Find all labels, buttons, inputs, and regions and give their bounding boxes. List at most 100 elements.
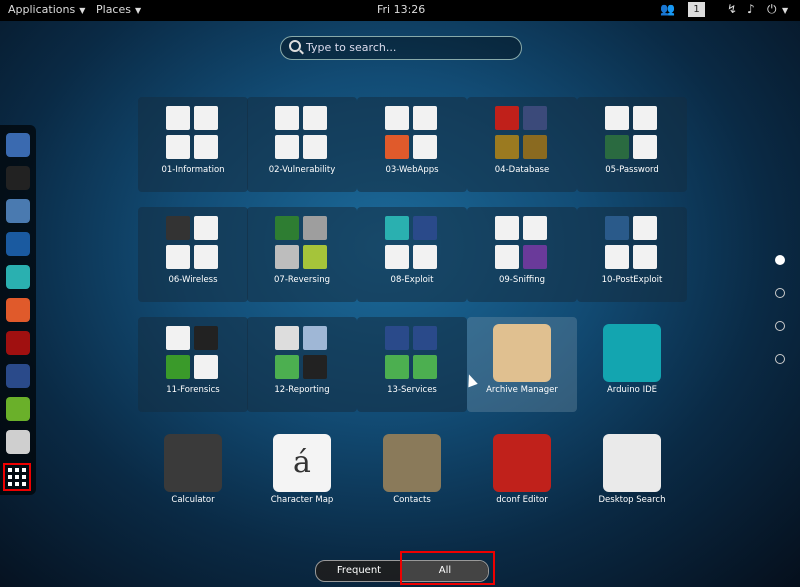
highlight-box <box>400 551 495 585</box>
page-dot[interactable] <box>775 255 785 265</box>
app-folder[interactable]: 05-Password <box>577 97 687 192</box>
app-tile[interactable]: Desktop Search <box>577 427 687 522</box>
app-icon <box>413 135 437 159</box>
app-folder[interactable]: 06-Wireless <box>138 207 248 302</box>
folder-preview <box>274 325 330 381</box>
app-icon <box>493 434 551 492</box>
app-icon <box>605 135 629 159</box>
cherrytree-icon[interactable] <box>6 430 30 454</box>
app-icon <box>383 434 441 492</box>
app-icon <box>605 245 629 269</box>
app-icon <box>166 216 190 240</box>
show-applications-button[interactable] <box>3 463 31 491</box>
page-dot[interactable] <box>775 354 785 364</box>
volume-icon[interactable]: ♪ <box>747 2 755 16</box>
app-icon <box>385 326 409 350</box>
app-folder[interactable]: 13-Services <box>357 317 467 412</box>
app-icon <box>413 216 437 240</box>
app-icon <box>303 355 327 379</box>
search-input[interactable]: Type to search... <box>280 36 522 60</box>
app-icon <box>194 135 218 159</box>
iceweasel-icon[interactable] <box>6 133 30 157</box>
terminal-icon[interactable] <box>6 166 30 190</box>
app-folder[interactable]: 07-Reversing <box>247 207 357 302</box>
clock[interactable]: Fri 13:26 <box>377 3 425 16</box>
app-label: 11-Forensics <box>166 385 220 395</box>
files-icon[interactable] <box>6 199 30 223</box>
app-icon <box>275 326 299 350</box>
app-tile[interactable]: Arduino IDE <box>577 317 687 412</box>
metasploit-icon[interactable] <box>6 232 30 256</box>
app-folder[interactable]: 04-Database <box>467 97 577 192</box>
app-icon <box>495 245 519 269</box>
app-label: 07-Reversing <box>274 275 330 285</box>
app-icon <box>164 434 222 492</box>
app-icon <box>166 245 190 269</box>
applications-menu[interactable]: Applications ▼ <box>8 3 85 16</box>
burpsuite-icon[interactable] <box>6 298 30 322</box>
chevron-down-icon[interactable]: ▼ <box>782 6 788 15</box>
app-label: 08-Exploit <box>390 275 434 285</box>
page-dot[interactable] <box>775 321 785 331</box>
page-dot[interactable] <box>775 288 785 298</box>
faraday-icon[interactable] <box>6 331 30 355</box>
app-icon <box>413 355 437 379</box>
app-icon <box>633 106 657 130</box>
app-icon <box>633 216 657 240</box>
app-folder[interactable]: 12-Reporting <box>247 317 357 412</box>
app-icon <box>194 355 218 379</box>
app-label: Contacts <box>393 495 431 505</box>
app-label: 12-Reporting <box>274 385 330 395</box>
app-icon <box>523 216 547 240</box>
app-label: 09-Sniffing <box>498 275 546 285</box>
app-label: Desktop Search <box>598 495 666 505</box>
app-tile[interactable]: á Character Map <box>247 427 357 522</box>
network-icon[interactable]: ↯ <box>727 2 737 16</box>
folder-preview <box>604 215 660 271</box>
app-icon <box>523 135 547 159</box>
workspace-indicator[interactable]: 1 <box>688 2 705 17</box>
app-icon <box>275 135 299 159</box>
maltego-icon[interactable] <box>6 364 30 388</box>
app-tile[interactable]: Calculator <box>138 427 248 522</box>
app-tile[interactable]: Contacts <box>357 427 467 522</box>
folder-preview <box>494 215 550 271</box>
app-icon <box>495 135 519 159</box>
app-folder[interactable]: 10-PostExploit <box>577 207 687 302</box>
app-icon <box>275 216 299 240</box>
places-menu[interactable]: Places ▼ <box>96 3 141 16</box>
app-icon <box>166 135 190 159</box>
folder-preview <box>165 105 221 161</box>
app-folder[interactable]: 11-Forensics <box>138 317 248 412</box>
app-folder[interactable]: 03-WebApps <box>357 97 467 192</box>
app-icon <box>385 355 409 379</box>
app-icon <box>385 216 409 240</box>
app-label: Calculator <box>171 495 215 505</box>
app-folder[interactable]: 09-Sniffing <box>467 207 577 302</box>
app-folder[interactable]: 02-Vulnerability <box>247 97 357 192</box>
app-icon <box>194 106 218 130</box>
app-tile[interactable]: dconf Editor <box>467 427 577 522</box>
app-icon <box>385 135 409 159</box>
app-label: 02-Vulnerability <box>268 165 336 175</box>
top-bar: Applications ▼ Places ▼ Fri 13:26 👥 1 ↯ ♪ … <box>0 0 800 21</box>
app-icon <box>413 326 437 350</box>
app-folder[interactable]: 01-Information <box>138 97 248 192</box>
frequent-tab[interactable]: Frequent <box>316 561 402 581</box>
app-label: 05-Password <box>605 165 659 175</box>
app-icon <box>603 324 661 382</box>
app-icon <box>275 106 299 130</box>
app-tile[interactable]: Archive Manager <box>467 317 577 412</box>
app-folder[interactable]: 08-Exploit <box>357 207 467 302</box>
app-icon <box>605 106 629 130</box>
power-icon[interactable]: ⏻ <box>767 2 777 17</box>
app-label: Arduino IDE <box>606 385 658 395</box>
folder-preview <box>494 105 550 161</box>
leafpad-icon[interactable] <box>6 397 30 421</box>
app-icon <box>194 326 218 350</box>
app-icon <box>523 106 547 130</box>
app-icon <box>385 106 409 130</box>
armitage-icon[interactable] <box>6 265 30 289</box>
app-icon <box>523 245 547 269</box>
people-icon[interactable]: 👥 <box>660 2 675 16</box>
